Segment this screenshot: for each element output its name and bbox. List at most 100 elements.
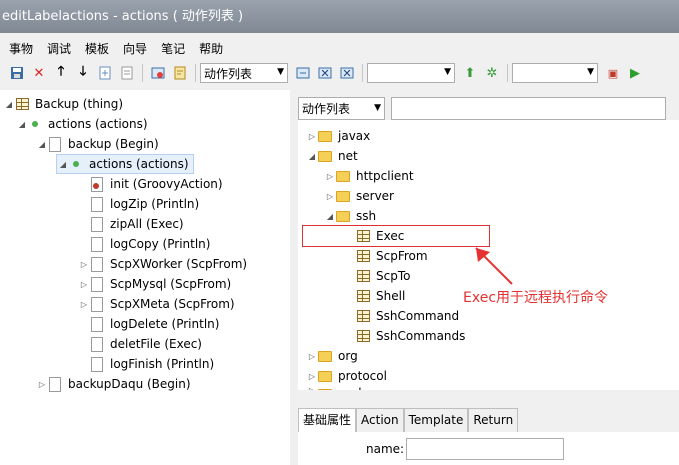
tree-node-logzip[interactable]: logZip (Println) [78, 194, 199, 214]
toolbar-divider [195, 64, 196, 82]
menu-item-debug[interactable]: 调试 [38, 40, 76, 58]
category-select[interactable]: 动作列表 ▼ [200, 63, 288, 83]
tree-node-sshcommands[interactable]: SshCommands [344, 326, 465, 346]
tree-node-backupdaqu[interactable]: ▷ backupDaqu (Begin) [36, 374, 191, 394]
chevron-down-icon: ▼ [374, 103, 381, 113]
move-down-icon[interactable]: 🡓 [74, 64, 92, 82]
tree-node-sshcommand[interactable]: SshCommand [344, 306, 459, 326]
tree-node-actions-selected[interactable]: ◢ actions (actions) [56, 154, 194, 174]
tree-node-backup-thing[interactable]: ◢ Backup (thing) [3, 94, 123, 114]
tab-basic-properties[interactable]: 基础属性 [298, 408, 357, 432]
expanded-icon[interactable]: ◢ [16, 120, 28, 129]
collapsed-icon[interactable]: ▷ [306, 352, 318, 361]
collapsed-icon[interactable]: ▷ [306, 386, 318, 390]
folder-icon [336, 168, 350, 184]
collapsed-icon[interactable]: ▷ [324, 192, 336, 201]
remove-icon[interactable] [316, 64, 334, 82]
step-icon[interactable]: ▣ [604, 64, 622, 82]
tree-node-ssh[interactable]: ◢ ssh [324, 206, 376, 226]
menu-item-help[interactable]: 帮助 [190, 40, 228, 58]
tab-return[interactable]: Return [468, 408, 519, 432]
save-icon[interactable] [8, 64, 26, 82]
target-select[interactable]: ▼ [512, 63, 598, 83]
tree-node-label: org [338, 349, 358, 363]
tree-node-label: javax [338, 129, 371, 143]
import-icon[interactable] [96, 64, 114, 82]
name-label: name: [366, 442, 405, 456]
chevron-down-icon: ▼ [444, 67, 451, 77]
tree-node-scpxmeta[interactable]: ▷ ScpXMeta (ScpFrom) [78, 294, 235, 314]
tree-node-server[interactable]: ▷ server [324, 186, 394, 206]
tree-node-logdelete[interactable]: logDelete (Println) [78, 314, 219, 334]
menu-item-thing[interactable]: 事物 [0, 40, 38, 58]
folder-icon [318, 148, 332, 164]
tab-template[interactable]: Template [403, 408, 469, 432]
collapsed-icon[interactable]: ▷ [306, 132, 318, 141]
expanded-icon[interactable]: ◢ [57, 160, 69, 169]
folder-icon [336, 188, 350, 204]
note-icon[interactable] [171, 64, 189, 82]
tree-node-scpto[interactable]: ScpTo [344, 266, 410, 286]
tab-action[interactable]: Action [356, 408, 404, 432]
table-icon [356, 328, 370, 344]
refresh-icon[interactable] [149, 64, 167, 82]
collapsed-icon[interactable]: ▷ [78, 280, 90, 289]
tree-node-logfinish[interactable]: logFinish (Println) [78, 354, 214, 374]
document-icon [90, 316, 104, 332]
tree-node-scpmysql[interactable]: ▷ ScpMysql (ScpFrom) [78, 274, 231, 294]
collapsed-icon[interactable]: ▷ [324, 172, 336, 181]
tree-node-scpxworker[interactable]: ▷ ScpXWorker (ScpFrom) [78, 254, 247, 274]
tree-node-zipall[interactable]: zipAll (Exec) [78, 214, 184, 234]
menu-item-template[interactable]: 模板 [76, 40, 114, 58]
tree-node-label: ScpXWorker (ScpFrom) [110, 257, 248, 271]
tree-node-deletfile[interactable]: deletFile (Exec) [78, 334, 202, 354]
tree-node-httpclient[interactable]: ▷ httpclient [324, 166, 414, 186]
browser-search-input[interactable] [391, 97, 666, 120]
thing-tree-panel: ◢ Backup (thing) ◢ actions (actions) ◢ b… [0, 90, 290, 465]
expanded-icon[interactable]: ◢ [324, 212, 336, 221]
collapsed-icon[interactable]: ▷ [36, 380, 48, 389]
collapsed-icon[interactable]: ▷ [78, 300, 90, 309]
tree-node-shell[interactable]: Shell [344, 286, 405, 306]
move-up-icon[interactable]: 🡑 [52, 64, 70, 82]
tree-node-scala[interactable]: ▷ scala [306, 386, 369, 390]
expanded-icon[interactable]: ◢ [306, 152, 318, 161]
tree-node-init[interactable]: init (GroovyAction) [78, 174, 223, 194]
tree-node-label: logZip (Println) [110, 197, 200, 211]
name-field[interactable] [406, 438, 564, 460]
tree-node-javax[interactable]: ▷ javax [306, 126, 370, 146]
document-icon [90, 216, 104, 232]
tree-node-actions[interactable]: ◢ actions (actions) [16, 114, 148, 134]
table-icon [356, 248, 370, 264]
window-title: editLabelactions - actions ( 动作列表 ) [2, 9, 244, 24]
browser-category-select[interactable]: 动作列表 ▼ [298, 97, 385, 120]
browser-category-value: 动作列表 [302, 102, 351, 116]
browse-icon[interactable] [338, 64, 356, 82]
expanded-icon[interactable]: ◢ [36, 140, 48, 149]
tree-node-org[interactable]: ▷ org [306, 346, 358, 366]
tree-node-protocol[interactable]: ▷ protocol [306, 366, 387, 386]
annotation-text: Exec用于远程执行命令 [463, 290, 609, 306]
play-icon[interactable]: ▶ [626, 64, 644, 82]
tree-node-backup-begin[interactable]: ◢ backup (Begin) [36, 134, 159, 154]
tree-node-label: backupDaqu (Begin) [68, 377, 191, 391]
menu-item-notes[interactable]: 笔记 [152, 40, 190, 58]
tree-node-label: ScpTo [376, 269, 411, 283]
collapsed-icon[interactable]: ▷ [78, 260, 90, 269]
expanded-icon[interactable]: ◢ [3, 100, 15, 109]
edit-icon[interactable] [294, 64, 312, 82]
debug-icon[interactable]: ✲ [483, 64, 501, 82]
menu-item-wizard[interactable]: 向导 [114, 40, 152, 58]
export-icon[interactable] [118, 64, 136, 82]
tree-node-label: net [338, 149, 358, 163]
status-dot-icon [69, 156, 83, 172]
action-select[interactable]: ▼ [367, 63, 455, 83]
delete-icon[interactable]: ✕ [30, 64, 48, 82]
table-icon [15, 96, 29, 112]
tree-node-scpfrom[interactable]: ScpFrom [344, 246, 428, 266]
tree-node-net[interactable]: ◢ net [306, 146, 358, 166]
run-icon[interactable]: ⬆ [461, 64, 479, 82]
toolbar-divider [507, 64, 508, 82]
tree-node-logcopy[interactable]: logCopy (Println) [78, 234, 210, 254]
collapsed-icon[interactable]: ▷ [306, 372, 318, 381]
